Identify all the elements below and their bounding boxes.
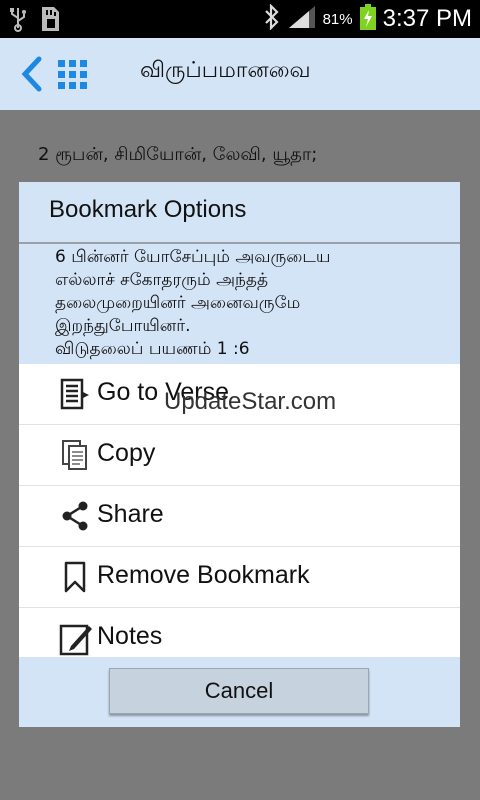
- status-bar: 81% 3:37 PM: [0, 0, 480, 38]
- verse-preview-line: விடுதலைப் பயணம் 1 :6: [55, 339, 250, 359]
- back-icon[interactable]: [18, 56, 44, 92]
- verse-preview-line: இறந்துபோயினர்.: [55, 316, 191, 336]
- share-icon: [59, 500, 91, 532]
- bluetooth-icon: [263, 3, 281, 34]
- verse-preview-line: எல்லாச் சகோதரரும் அந்தத்: [55, 270, 269, 290]
- battery-percent: 81%: [322, 10, 353, 28]
- share-option[interactable]: Share: [19, 486, 460, 547]
- go-to-verse-icon: [59, 378, 91, 410]
- copy-icon: [59, 439, 91, 471]
- cancel-button[interactable]: Cancel: [109, 668, 369, 714]
- page-title: விருப்பமானவை: [140, 58, 311, 83]
- option-label: Notes: [97, 622, 163, 650]
- app-bar: விருப்பமானவை: [0, 38, 480, 110]
- usb-icon: [8, 6, 28, 36]
- remove-bookmark-option[interactable]: Remove Bookmark: [19, 547, 460, 608]
- option-label: Copy: [97, 439, 156, 467]
- dialog-divider: [19, 242, 460, 244]
- status-time: 3:37 PM: [382, 5, 472, 32]
- battery-charging-icon: [359, 3, 377, 35]
- signal-icon: [287, 4, 317, 34]
- option-label: Remove Bookmark: [97, 561, 310, 589]
- verse-preview: 6 பின்னர் யோசேப்பும் அவருடைய எல்லாச் சகோ…: [55, 246, 435, 364]
- copy-option[interactable]: Copy: [19, 425, 460, 486]
- notes-icon: [59, 622, 92, 656]
- bookmark-icon: [59, 561, 91, 593]
- sdcard-icon: [38, 6, 60, 36]
- dialog-title: Bookmark Options: [49, 196, 247, 223]
- grid-icon[interactable]: [57, 59, 89, 91]
- bookmark-options-dialog: Bookmark Options 6 பின்னர் யோசேப்பும் அவ…: [19, 182, 460, 727]
- verse-text: 2 ரூபன், சிமியோன், லேவி, யூதா;: [38, 144, 318, 165]
- option-label: Share: [97, 500, 164, 528]
- notes-option[interactable]: Notes: [19, 608, 460, 657]
- verse-preview-line: 6 பின்னர் யோசேப்பும் அவருடைய: [55, 247, 331, 267]
- verse-preview-line: தலைமுறையினர் அனைவருமே: [55, 293, 301, 313]
- watermark-text: UpdateStar.com: [164, 388, 337, 415]
